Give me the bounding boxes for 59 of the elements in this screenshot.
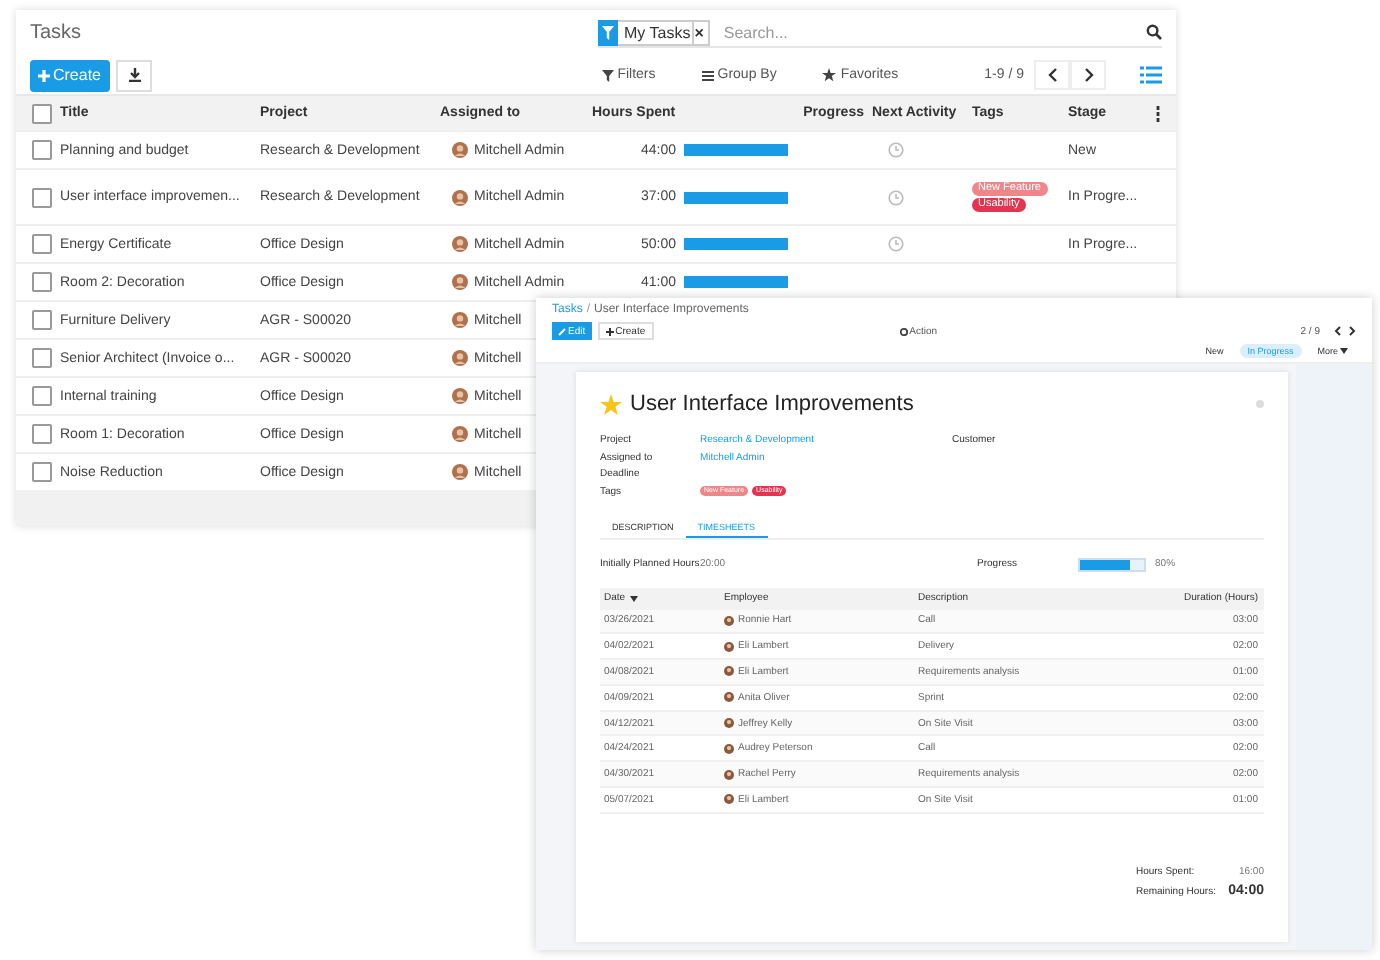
progress-bar (684, 191, 788, 203)
lines-icon (701, 69, 714, 81)
select-all-checkbox[interactable] (32, 103, 52, 123)
progress-bar (684, 144, 788, 156)
avatar-icon (452, 426, 468, 442)
avatar-icon (724, 666, 734, 677)
avatar-icon (724, 769, 734, 780)
list-view-icon[interactable] (1140, 66, 1162, 84)
next-button[interactable] (1070, 60, 1106, 90)
avatar-icon (452, 142, 468, 158)
avatar-icon (452, 350, 468, 366)
avatar-icon (724, 692, 734, 703)
search-icon[interactable] (1146, 24, 1162, 40)
row-checkbox[interactable] (32, 424, 52, 444)
row-checkbox[interactable] (32, 462, 52, 482)
download-icon (127, 68, 141, 82)
avatar-icon (452, 464, 468, 480)
task-title: User Interface Improvements (630, 392, 914, 416)
clock-icon[interactable] (888, 142, 904, 158)
avatar-icon (724, 641, 734, 652)
avatar-icon (724, 743, 734, 754)
sort-icon (629, 595, 638, 601)
row-checkbox[interactable] (32, 310, 52, 330)
progress-bar (684, 238, 788, 250)
clock-icon[interactable] (888, 236, 904, 252)
avatar-icon (724, 794, 734, 805)
facet-label: My Tasks (618, 19, 695, 45)
row-checkbox[interactable] (32, 348, 52, 368)
progress-bar (1077, 557, 1146, 571)
plus-icon (605, 327, 614, 335)
star-icon (822, 68, 837, 82)
row-checkbox[interactable] (32, 187, 52, 207)
pencil-icon (558, 327, 566, 335)
dot-icon (1256, 400, 1264, 408)
clock-icon[interactable] (888, 189, 904, 205)
star-icon[interactable] (600, 393, 622, 415)
filter-icon (601, 69, 614, 81)
avatar-icon (724, 718, 734, 729)
avatar-icon (452, 189, 468, 205)
avatar-icon (452, 312, 468, 328)
previous-icon[interactable] (1334, 326, 1342, 336)
next-icon[interactable] (1348, 326, 1356, 336)
chevron-right-icon (1083, 68, 1093, 82)
chevron-left-icon (1047, 68, 1057, 82)
row-checkbox[interactable] (32, 234, 52, 254)
avatar-icon (452, 274, 468, 290)
plus-icon (38, 69, 51, 81)
previous-button[interactable] (1034, 60, 1070, 90)
avatar-icon (452, 388, 468, 404)
filter-icon (598, 19, 618, 45)
row-checkbox[interactable] (32, 386, 52, 406)
avatar-icon (452, 236, 468, 252)
avatar-icon (724, 615, 734, 626)
page-title: Tasks (30, 22, 82, 44)
caret-icon (1340, 348, 1348, 354)
download-button[interactable] (116, 59, 152, 91)
row-checkbox[interactable] (32, 140, 52, 160)
progress-bar (684, 276, 788, 288)
row-checkbox[interactable] (32, 272, 52, 292)
